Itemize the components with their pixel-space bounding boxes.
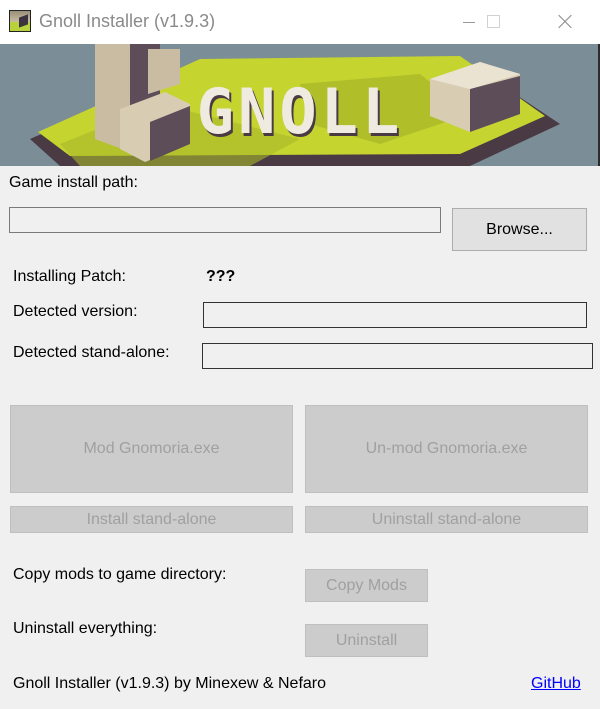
unmod-gnomoria-button[interactable]: Un-mod Gnomoria.exe	[305, 405, 588, 493]
detected-standalone-label: Detected stand-alone:	[13, 344, 170, 361]
github-link[interactable]: GitHub	[531, 675, 581, 693]
detected-version-field[interactable]	[203, 302, 587, 328]
uninstall-everything-button[interactable]: Uninstall	[305, 624, 428, 657]
installing-patch-value: ???	[206, 268, 236, 285]
title-bar: Gnoll Installer (v1.9.3)	[0, 0, 600, 44]
uninstall-everything-label: Uninstall everything:	[13, 620, 158, 637]
installing-patch-label: Installing Patch:	[13, 268, 126, 285]
banner-logo-text: GNOLL	[197, 75, 404, 148]
window-title: Gnoll Installer (v1.9.3)	[39, 11, 216, 31]
app-icon	[9, 10, 31, 32]
credits-text: Gnoll Installer (v1.9.3) by Minexew & Ne…	[13, 675, 327, 692]
maximize-button[interactable]	[470, 0, 516, 44]
install-standalone-button[interactable]: Install stand-alone	[10, 506, 293, 533]
detected-standalone-field[interactable]	[202, 343, 593, 369]
uninstall-standalone-button[interactable]: Uninstall stand-alone	[305, 506, 588, 533]
detected-version-label: Detected version:	[13, 303, 138, 320]
mod-gnomoria-button[interactable]: Mod Gnomoria.exe	[10, 405, 293, 493]
copy-mods-button[interactable]: Copy Mods	[305, 569, 428, 602]
install-path-label: Game install path:	[9, 174, 138, 191]
gnoll-banner-image: GNOLL GNOLL	[0, 44, 600, 166]
browse-button[interactable]: Browse...	[452, 208, 587, 251]
copy-mods-label: Copy mods to game directory:	[13, 566, 227, 583]
install-path-input[interactable]	[9, 207, 441, 233]
close-button[interactable]	[541, 0, 587, 44]
